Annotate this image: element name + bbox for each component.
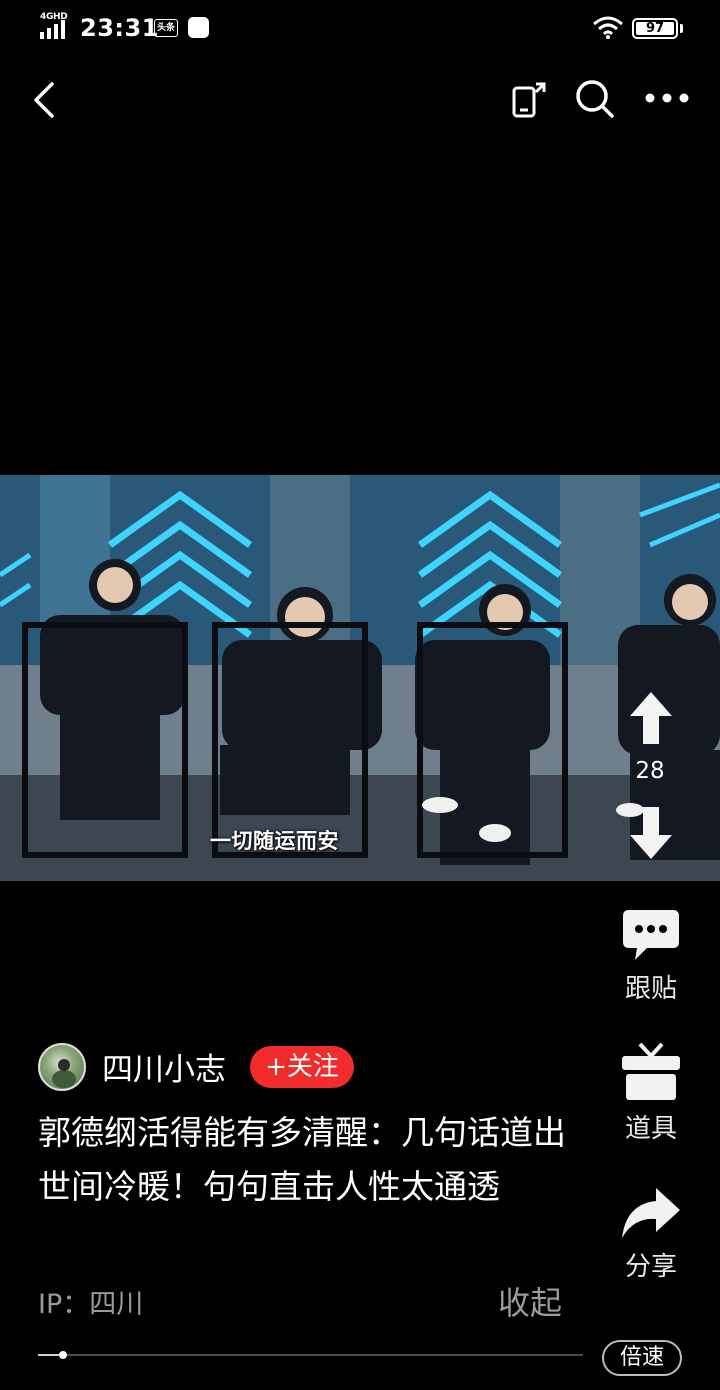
reply-button[interactable]: 跟贴 bbox=[601, 908, 701, 1005]
reply-label: 跟贴 bbox=[624, 974, 677, 1004]
post-title: 郭德纲活得能有多清醒：几句话道出世间冷暖！句句直击人性太通透 bbox=[38, 1113, 566, 1206]
share-button[interactable]: 分享 bbox=[601, 1186, 701, 1283]
share-label: 分享 bbox=[624, 1252, 677, 1282]
cast-icon[interactable] bbox=[508, 80, 548, 120]
video-frame bbox=[0, 475, 720, 881]
signal-icon bbox=[40, 20, 65, 39]
vote-count: 28 bbox=[635, 758, 665, 784]
ip-location: IP：四川 bbox=[38, 1289, 144, 1320]
comment-icon bbox=[623, 910, 679, 960]
wifi-icon bbox=[593, 16, 623, 39]
battery-cap bbox=[680, 24, 683, 33]
search-icon[interactable] bbox=[574, 78, 616, 120]
author-avatar[interactable] bbox=[38, 1043, 86, 1091]
props-button[interactable]: 道具 bbox=[601, 1040, 701, 1145]
avatar-image bbox=[52, 1059, 76, 1088]
progress-handle[interactable] bbox=[58, 1351, 67, 1359]
video-player[interactable] bbox=[0, 475, 720, 881]
downvote-icon[interactable] bbox=[628, 805, 674, 861]
playback-speed-button[interactable]: 倍速 bbox=[602, 1340, 682, 1376]
progress-bar[interactable] bbox=[38, 1351, 583, 1359]
message-notification-icon bbox=[188, 17, 209, 38]
status-bar: 4GHD 23:31 头条 97 bbox=[0, 0, 720, 56]
gift-icon bbox=[622, 1042, 680, 1100]
battery-level: 97 bbox=[645, 21, 665, 36]
battery-icon: 97 bbox=[632, 18, 678, 39]
follow-button[interactable]: +关注 bbox=[250, 1046, 354, 1088]
collapse-button[interactable]: 收起 bbox=[498, 1278, 562, 1324]
upvote-icon[interactable] bbox=[628, 690, 674, 746]
video-subtitle: 一切随运而安 bbox=[210, 829, 339, 853]
author-name[interactable]: 四川小志 bbox=[102, 1044, 226, 1089]
clock: 23:31 bbox=[80, 14, 159, 42]
props-label: 道具 bbox=[624, 1114, 677, 1144]
more-options-icon[interactable] bbox=[644, 86, 690, 110]
toutiao-notification-icon: 头条 bbox=[154, 19, 178, 37]
share-icon bbox=[622, 1188, 680, 1238]
back-icon[interactable] bbox=[26, 78, 66, 122]
